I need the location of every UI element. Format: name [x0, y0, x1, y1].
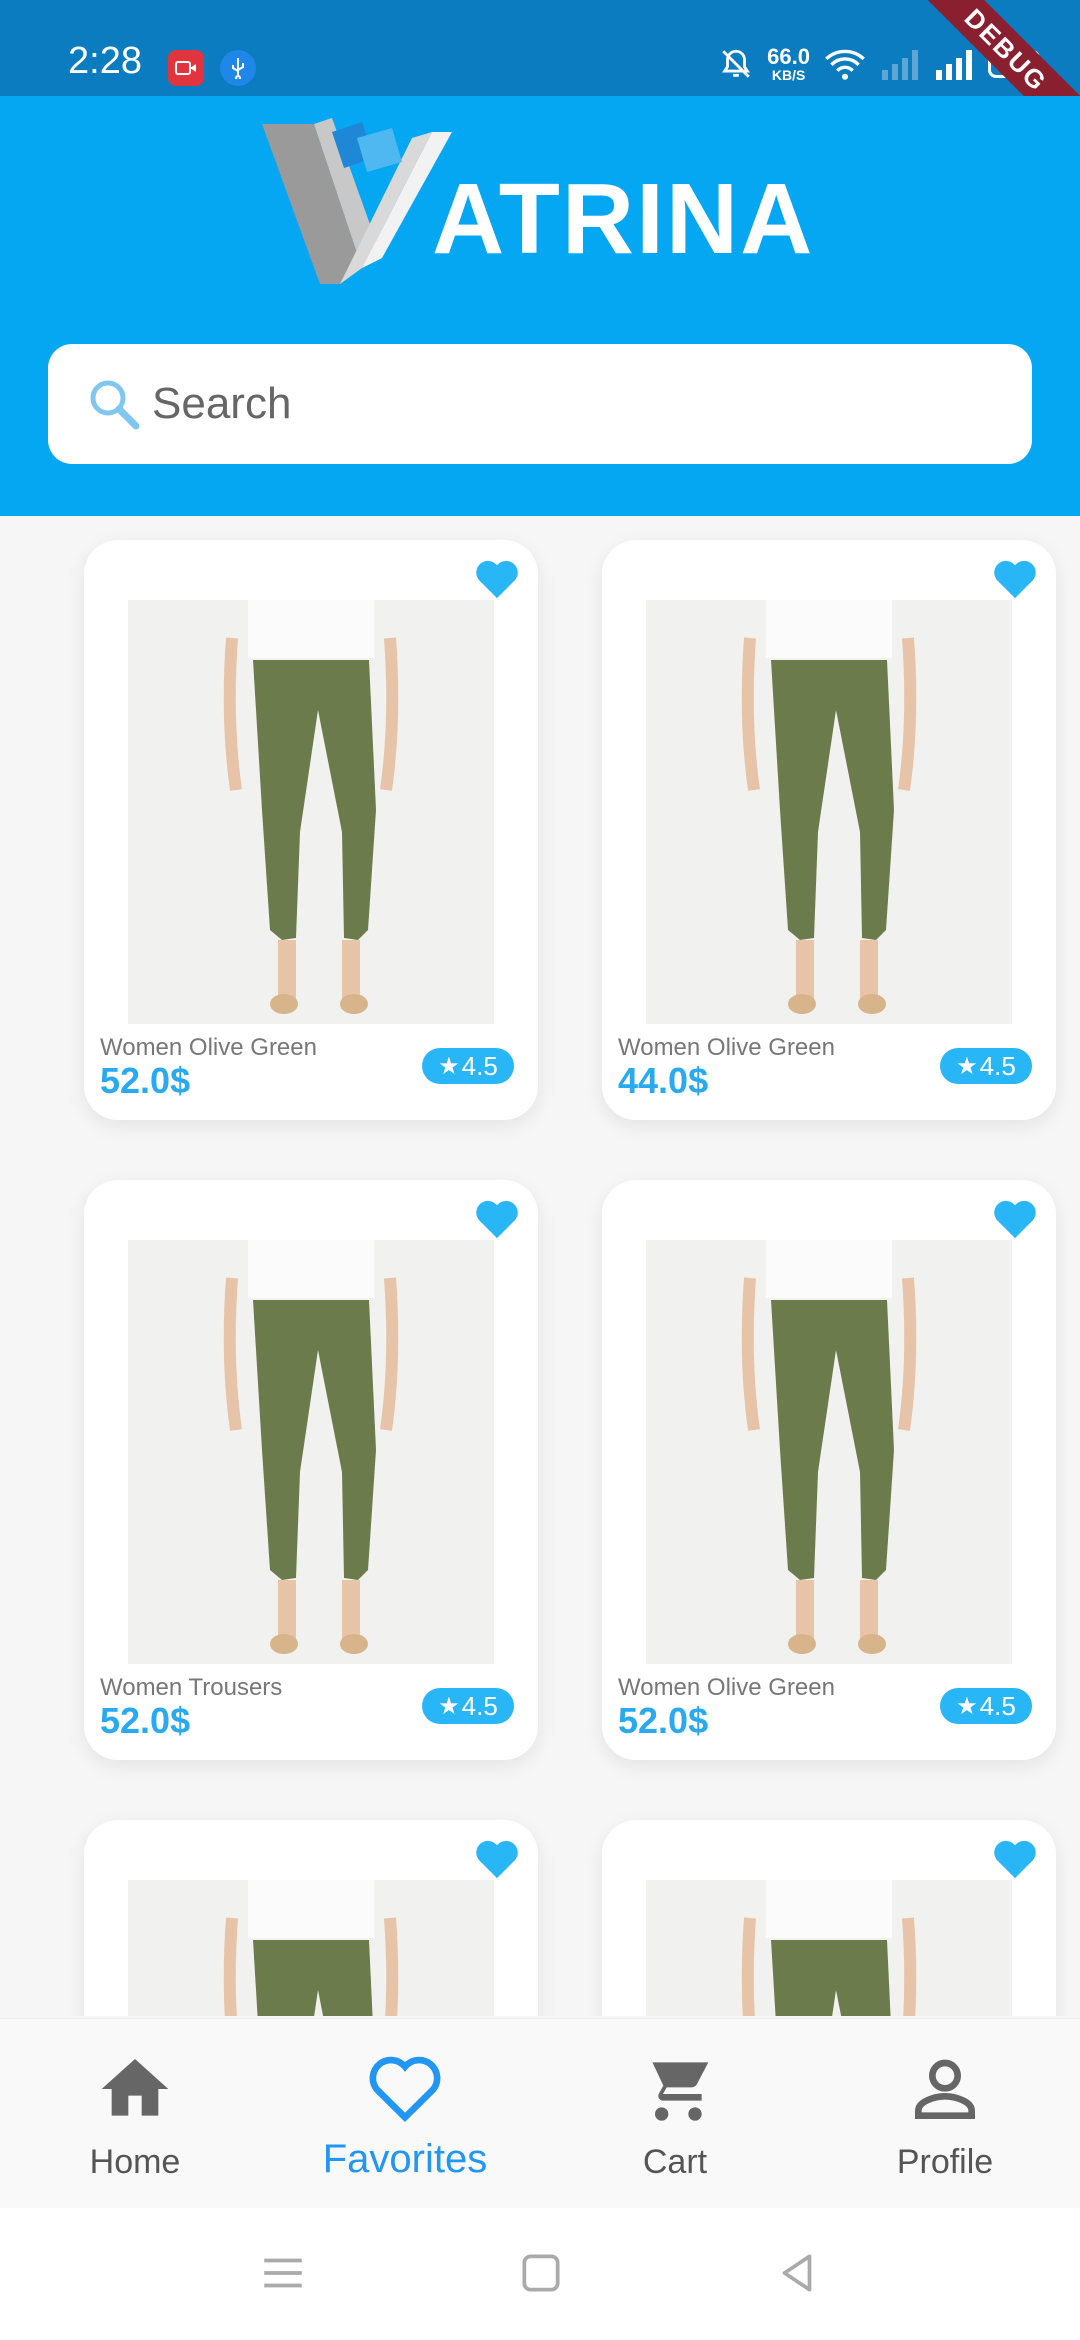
nav-favorites[interactable]: Favorites [270, 2019, 540, 2209]
heart-outline-icon [369, 2056, 441, 2123]
favorite-heart-icon[interactable] [474, 1838, 520, 1880]
vatrina-logo: ATRINA [262, 118, 822, 288]
rating-badge: ★ 4.5 [422, 1688, 514, 1724]
home-icon [101, 2059, 169, 2116]
home-square-icon[interactable] [516, 2248, 566, 2298]
product-price: 52.0$ [618, 1700, 709, 1741]
bell-off-icon [722, 49, 751, 78]
star-icon: ★ [438, 1692, 460, 1720]
rating-value: 4.5 [979, 1690, 1016, 1721]
product-image [128, 600, 494, 1024]
nav-profile-label: Profile [896, 2143, 994, 2181]
star-icon: ★ [956, 1692, 978, 1720]
product-price: 44.0$ [618, 1060, 709, 1101]
product-card[interactable] [602, 1820, 1056, 2016]
product-price: 52.0$ [100, 1700, 191, 1741]
star-icon: ★ [956, 1052, 978, 1080]
network-speed-value: 66.0 [767, 44, 810, 69]
back-icon[interactable] [772, 2248, 822, 2298]
product-image [128, 1240, 494, 1664]
cart-icon [638, 2055, 709, 2121]
rating-value: 4.5 [461, 1690, 498, 1721]
status-bar: 2:28 66.0 KB/S 63 [0, 0, 1080, 96]
network-speed-unit: KB/S [771, 67, 806, 83]
signal-icon-2 [936, 50, 972, 80]
product-name: Women Olive Green [618, 1034, 835, 1061]
product-name: Women Olive Green [618, 1674, 835, 1701]
favorite-heart-icon[interactable] [474, 558, 520, 600]
nav-favorites-label: Favorites [322, 2137, 488, 2181]
product-image [646, 1880, 1012, 2016]
nav-home[interactable]: Home [0, 2019, 270, 2209]
person-icon [915, 2059, 975, 2119]
nav-home-label: Home [89, 2143, 181, 2181]
favorite-heart-icon[interactable] [992, 1838, 1038, 1880]
app-header: ATRINA [0, 96, 1080, 516]
product-card[interactable]: Women Trousers 52.0$ ★ 4.5 [84, 1180, 538, 1760]
status-time: 2:28 [68, 40, 142, 82]
product-card[interactable] [84, 1820, 538, 2016]
signal-icon [882, 50, 918, 80]
search-icon [90, 380, 140, 430]
product-name: Women Trousers [100, 1674, 283, 1701]
rating-badge: ★ 4.5 [940, 1688, 1032, 1724]
product-grid: Women Olive Green 52.0$ ★ 4.5 Women Olive… [0, 516, 1080, 2016]
system-navigation-bar [0, 2208, 1080, 2340]
rating-badge: ★ 4.5 [940, 1048, 1032, 1084]
rating-badge: ★ 4.5 [422, 1048, 514, 1084]
search-bar[interactable] [48, 344, 1032, 464]
favorite-heart-icon[interactable] [992, 1198, 1038, 1240]
logo-v-mark [262, 118, 452, 284]
nav-profile[interactable]: Profile [810, 2019, 1080, 2209]
star-icon: ★ [438, 1052, 460, 1080]
usb-icon [220, 50, 256, 86]
product-card[interactable]: Women Olive Green 44.0$ ★ 4.5 [602, 540, 1056, 1120]
product-card[interactable]: Women Olive Green 52.0$ ★ 4.5 [84, 540, 538, 1120]
favorite-heart-icon[interactable] [474, 1198, 520, 1240]
rating-value: 4.5 [979, 1050, 1016, 1081]
wifi-icon [825, 49, 865, 80]
logo-text: ATRINA [432, 163, 815, 275]
network-speed: 66.0 KB/S [767, 44, 810, 83]
search-input[interactable] [152, 379, 952, 429]
product-card[interactable]: Women Olive Green 52.0$ ★ 4.5 [602, 1180, 1056, 1760]
product-price: 52.0$ [100, 1060, 191, 1101]
bottom-navigation: Home Favorites Cart Profile [0, 2018, 1080, 2208]
product-image [646, 1240, 1012, 1664]
favorite-heart-icon[interactable] [992, 558, 1038, 600]
nav-cart-label: Cart [642, 2143, 708, 2181]
nav-cart[interactable]: Cart [540, 2019, 810, 2209]
product-image [646, 600, 1012, 1024]
screen-record-icon [168, 50, 204, 86]
menu-icon[interactable] [258, 2248, 308, 2298]
product-image [128, 1880, 494, 2016]
product-name: Women Olive Green [100, 1034, 317, 1061]
rating-value: 4.5 [461, 1050, 498, 1081]
